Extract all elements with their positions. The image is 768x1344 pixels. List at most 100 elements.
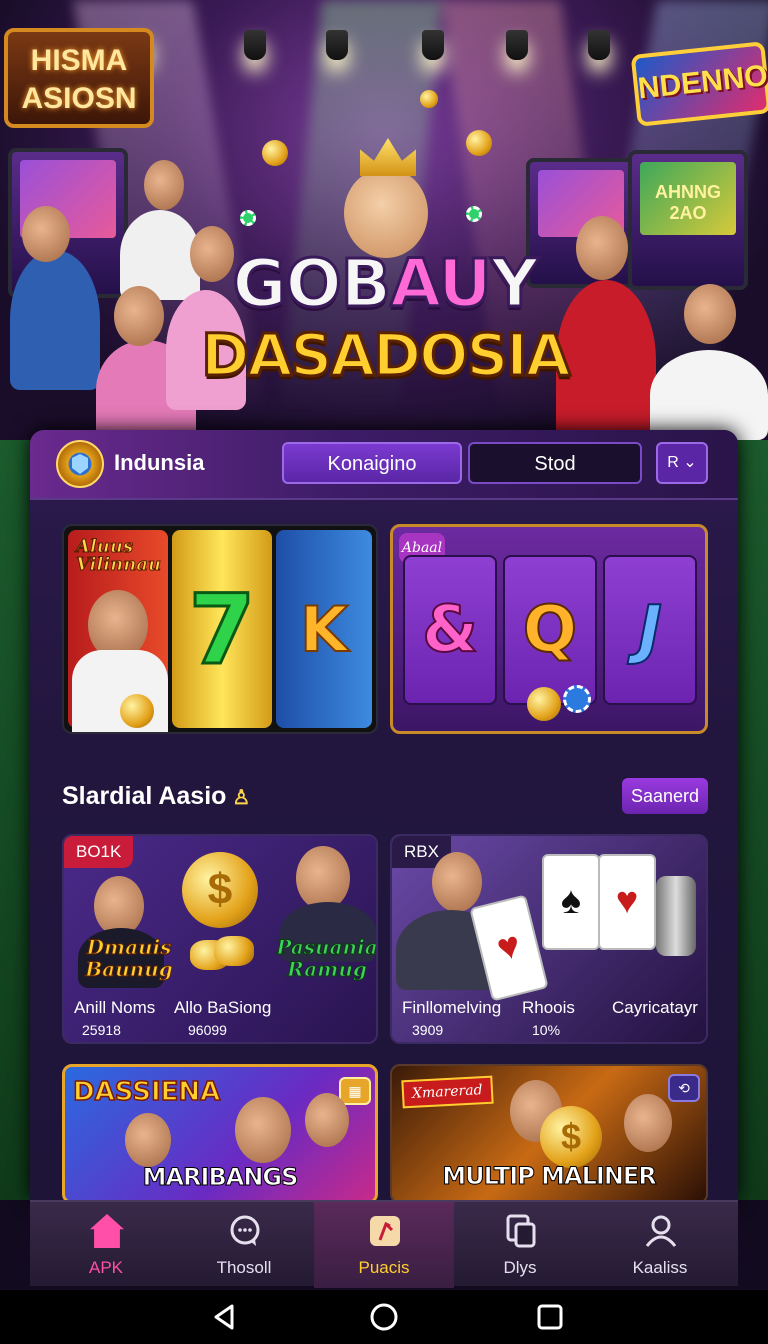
nav-item-apk[interactable]: APK	[36, 1202, 176, 1288]
slot-machine-illustration: AHNNG 2AO	[628, 150, 748, 290]
player-illustration	[10, 250, 100, 390]
hostess-head	[576, 216, 628, 280]
character-head	[235, 1097, 291, 1163]
nav-item-dlys[interactable]: Dlys	[450, 1202, 590, 1288]
shield-logo-icon	[56, 440, 104, 488]
reel-symbol: Q	[503, 555, 597, 705]
main-panel: Indunsia Konaigino Stod R ⌄ Aluus Vilinn…	[30, 430, 738, 1200]
language-dropdown[interactable]: R ⌄	[656, 442, 708, 484]
casino-sign-left: HISMA ASIOSN	[4, 28, 154, 128]
game-card[interactable]: BO1K Dmauis Baunug $ Pasuania Ramug Anil…	[62, 834, 378, 1044]
slot-icon: ▦	[339, 1077, 371, 1105]
host-head	[432, 852, 482, 912]
coin-icon	[527, 687, 561, 721]
shuffler-icon	[656, 876, 696, 956]
tile-tag: Xmarerad	[401, 1075, 494, 1109]
ceiling-lamp-icon	[588, 30, 610, 60]
promo-text: Pasuania Ramug	[276, 935, 378, 981]
game-count: 3909	[412, 1022, 444, 1038]
game-tile[interactable]: Xmarerad ⟲ $ MULTIP MALINER	[390, 1064, 708, 1200]
recents-square-icon[interactable]	[535, 1302, 565, 1332]
logo-line-1: GOBAUY	[190, 245, 580, 322]
tile-heading: DASSIENA	[72, 1076, 221, 1108]
nav-item-puacis[interactable]: Puacis	[314, 1202, 454, 1288]
ceiling-lamp-icon	[422, 30, 444, 60]
game-card[interactable]: RBX ♥ ♠ ♥ Finllomelving Rhoois Cayricata…	[390, 834, 708, 1044]
game-count: 25918	[82, 1022, 121, 1038]
tab-konaigino[interactable]: Konaigino	[282, 442, 462, 484]
host-head	[296, 846, 350, 910]
nav-label: Puacis	[358, 1258, 410, 1277]
home-circle-icon[interactable]	[369, 1302, 399, 1332]
game-count: 96099	[188, 1022, 227, 1038]
coin-icon	[420, 90, 438, 108]
coin-icon	[120, 694, 154, 728]
chevron-down-icon: ⌄	[683, 454, 697, 471]
playing-card-icon: ♥	[598, 854, 656, 950]
section-title: Slardial Aasio ♙	[62, 782, 256, 811]
see-all-button[interactable]: Saanerd	[622, 778, 708, 814]
logo-part: Y	[489, 245, 540, 322]
game-badge: BO1K	[64, 836, 134, 868]
nav-label: Dlys	[503, 1258, 537, 1277]
hero-logo: GOBAUY DASADOSIA	[190, 245, 580, 418]
reel: Aluus Vilinnau	[68, 530, 168, 732]
nav-label: Kaaliss	[632, 1258, 688, 1277]
section-title-text: Slardial Aasio	[62, 782, 227, 810]
host-head	[94, 876, 144, 936]
coin-icon: $	[540, 1106, 602, 1168]
nav-label: APK	[88, 1258, 124, 1277]
chat-icon	[230, 1215, 260, 1246]
featured-slot-card[interactable]: Aluus Vilinnau 7 K	[62, 524, 378, 734]
player-head	[22, 206, 70, 262]
tile-title: MULTIP MALINER	[442, 1162, 658, 1191]
tab-stod[interactable]: Stod	[468, 442, 642, 484]
player-shirt	[72, 650, 168, 732]
card-icon	[370, 1216, 400, 1246]
playing-card-icon: ♠	[542, 854, 600, 950]
game-label: Rhoois	[522, 998, 575, 1017]
brand-name: Indunsia	[114, 450, 205, 475]
coin-icon	[466, 130, 492, 156]
reel-symbol: K	[276, 530, 372, 728]
reel-title: Aluus Vilinnau	[76, 536, 162, 575]
refresh-icon: ⟲	[668, 1074, 700, 1102]
hero-banner[interactable]: HISMA ASIOSN NDENNO AHNNG 2AO GOBAUY DAS…	[0, 0, 768, 440]
reel-symbol: J	[603, 555, 697, 705]
bottom-nav: APK Thosoll Puacis Dlys Kaaliss	[30, 1200, 738, 1288]
character-head	[125, 1113, 171, 1167]
reel-symbol: 7	[172, 530, 272, 728]
coin-icon: $	[182, 852, 258, 928]
profile-icon	[645, 1215, 677, 1247]
system-nav-bar	[0, 1290, 768, 1344]
hostess-head	[114, 286, 164, 346]
chip-icon	[240, 210, 256, 226]
game-count: 10%	[532, 1022, 561, 1038]
ceiling-lamp-icon	[244, 30, 266, 60]
player-head	[684, 284, 736, 344]
reel-symbol: &	[403, 555, 497, 705]
casino-sign-right: NDENNO	[630, 41, 768, 127]
nav-item-kaaliss[interactable]: Kaaliss	[590, 1202, 730, 1288]
back-triangle-icon[interactable]	[210, 1302, 240, 1332]
logo-line-2: DASADOSIA	[200, 320, 572, 391]
character-head	[624, 1094, 672, 1152]
coin-stack-icon	[214, 936, 254, 966]
featured-slot-card[interactable]: Abaal & Q J	[390, 524, 708, 734]
promo-text: Dmauis Baunug	[85, 935, 173, 981]
app-screen: HISMA ASIOSN NDENNO AHNNG 2AO GOBAUY DAS…	[0, 0, 768, 1344]
panel-header: Indunsia Konaigino Stod R ⌄	[30, 430, 738, 500]
logo-part: GOB	[231, 245, 393, 322]
trophy-icon: ♙	[232, 787, 251, 809]
nav-label: Thosoll	[216, 1258, 272, 1277]
ceiling-lamp-icon	[326, 30, 348, 60]
nav-item-thosoll[interactable]: Thosoll	[174, 1202, 314, 1288]
coin-icon	[262, 140, 288, 166]
character-head	[305, 1093, 349, 1147]
dealer-head	[144, 160, 184, 210]
copy-icon	[506, 1214, 536, 1248]
logo-part: AU	[389, 245, 494, 322]
game-tile[interactable]: DASSIENA ▦ MARIBANGS	[62, 1064, 378, 1200]
home-icon	[90, 1214, 124, 1248]
game-label: Finllomelving	[402, 998, 502, 1017]
